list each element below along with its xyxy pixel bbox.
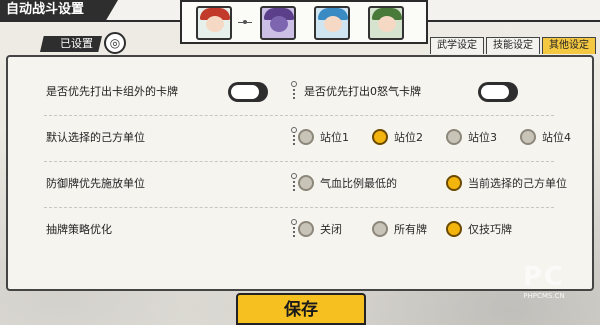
row-divider-icon [291,173,297,195]
toggle-outside-deck[interactable] [228,82,268,102]
option-skill-cards-only[interactable]: 仅技巧牌 [446,221,512,237]
link-icon [238,20,252,26]
radio-button-selected[interactable] [372,129,388,145]
radio-button[interactable] [298,221,314,237]
tab-other[interactable]: 其他设定 [542,37,596,54]
row-separator [44,161,554,162]
hero-face-icon [324,16,342,32]
settings-row-default-unit: 默认选择的己方单位 站位1 站位2 站位3 站位4 [8,117,592,162]
radio-button[interactable] [298,175,314,191]
setting-label-default-unit: 默认选择的己方单位 [46,131,145,144]
option-all-cards[interactable]: 所有牌 [372,221,427,237]
option-label: 当前选择的己方单位 [468,177,567,190]
row-divider-icon [291,81,297,103]
radio-button-selected[interactable] [446,221,462,237]
radio-button-selected[interactable] [446,175,462,191]
option-label: 仅技巧牌 [468,223,512,236]
option-current-unit[interactable]: 当前选择的己方单位 [446,175,567,191]
row-separator [44,207,554,208]
option-label: 站位3 [468,131,497,144]
swirl-icon[interactable]: ◎ [104,32,126,54]
setting-label-zero-rage: 是否优先打出0怒气卡牌 [304,85,421,98]
settings-row-draw-strategy: 抽牌策略优化 关闭 所有牌 仅技巧牌 [8,209,592,254]
option-label: 站位1 [320,131,349,144]
settings-status-chip: 已设置 [40,36,102,52]
hero-face-icon [378,16,396,32]
radio-button[interactable] [298,129,314,145]
option-label: 站位4 [542,131,571,144]
settings-tabs: 武学设定 技能设定 其他设定 [430,37,596,54]
hero-face-icon [270,16,288,32]
option-slot-2[interactable]: 站位2 [372,129,423,145]
settings-row-defense-target: 防御牌优先施放单位 气血比例最低的 当前选择的己方单位 [8,163,592,208]
option-slot-3[interactable]: 站位3 [446,129,497,145]
option-label: 所有牌 [394,223,427,236]
hero-face-icon [206,16,224,32]
hero-portrait-1[interactable] [196,6,232,40]
toggle-zero-rage[interactable] [478,82,518,102]
watermark-text: PHPCMS.CN [523,292,565,300]
hero-portrait-2[interactable] [260,6,296,40]
settings-row-card-priority: 是否优先打出卡组外的卡牌 是否优先打出0怒气卡牌 [8,71,592,116]
hero-portrait-4[interactable] [368,6,404,40]
radio-button[interactable] [372,221,388,237]
setting-label-defense-target: 防御牌优先施放单位 [46,177,145,190]
option-label: 关闭 [320,223,342,236]
option-slot-1[interactable]: 站位1 [298,129,349,145]
site-watermark: PC PHPCMS.CN [504,262,584,312]
option-off[interactable]: 关闭 [298,221,342,237]
row-divider-icon [291,219,297,241]
team-strip [180,0,428,44]
row-separator [44,115,554,116]
settings-panel: 是否优先打出卡组外的卡牌 是否优先打出0怒气卡牌 默认选择的己方单位 站位1 站… [6,55,594,291]
watermark-logo: PC [522,262,566,292]
page-title: 自动战斗设置 [0,0,118,20]
setting-label-outside-deck: 是否优先打出卡组外的卡牌 [46,85,178,98]
option-slot-4[interactable]: 站位4 [520,129,571,145]
option-label: 站位2 [394,131,423,144]
radio-button[interactable] [520,129,536,145]
radio-button[interactable] [446,129,462,145]
setting-label-draw-strategy: 抽牌策略优化 [46,223,112,236]
hero-portrait-3[interactable] [314,6,350,40]
option-label: 气血比例最低的 [320,177,397,190]
save-button[interactable]: 保存 [236,293,366,325]
tab-skill[interactable]: 技能设定 [486,37,540,54]
tab-martial[interactable]: 武学设定 [430,37,484,54]
row-divider-icon [291,127,297,149]
option-lowest-hp[interactable]: 气血比例最低的 [298,175,397,191]
